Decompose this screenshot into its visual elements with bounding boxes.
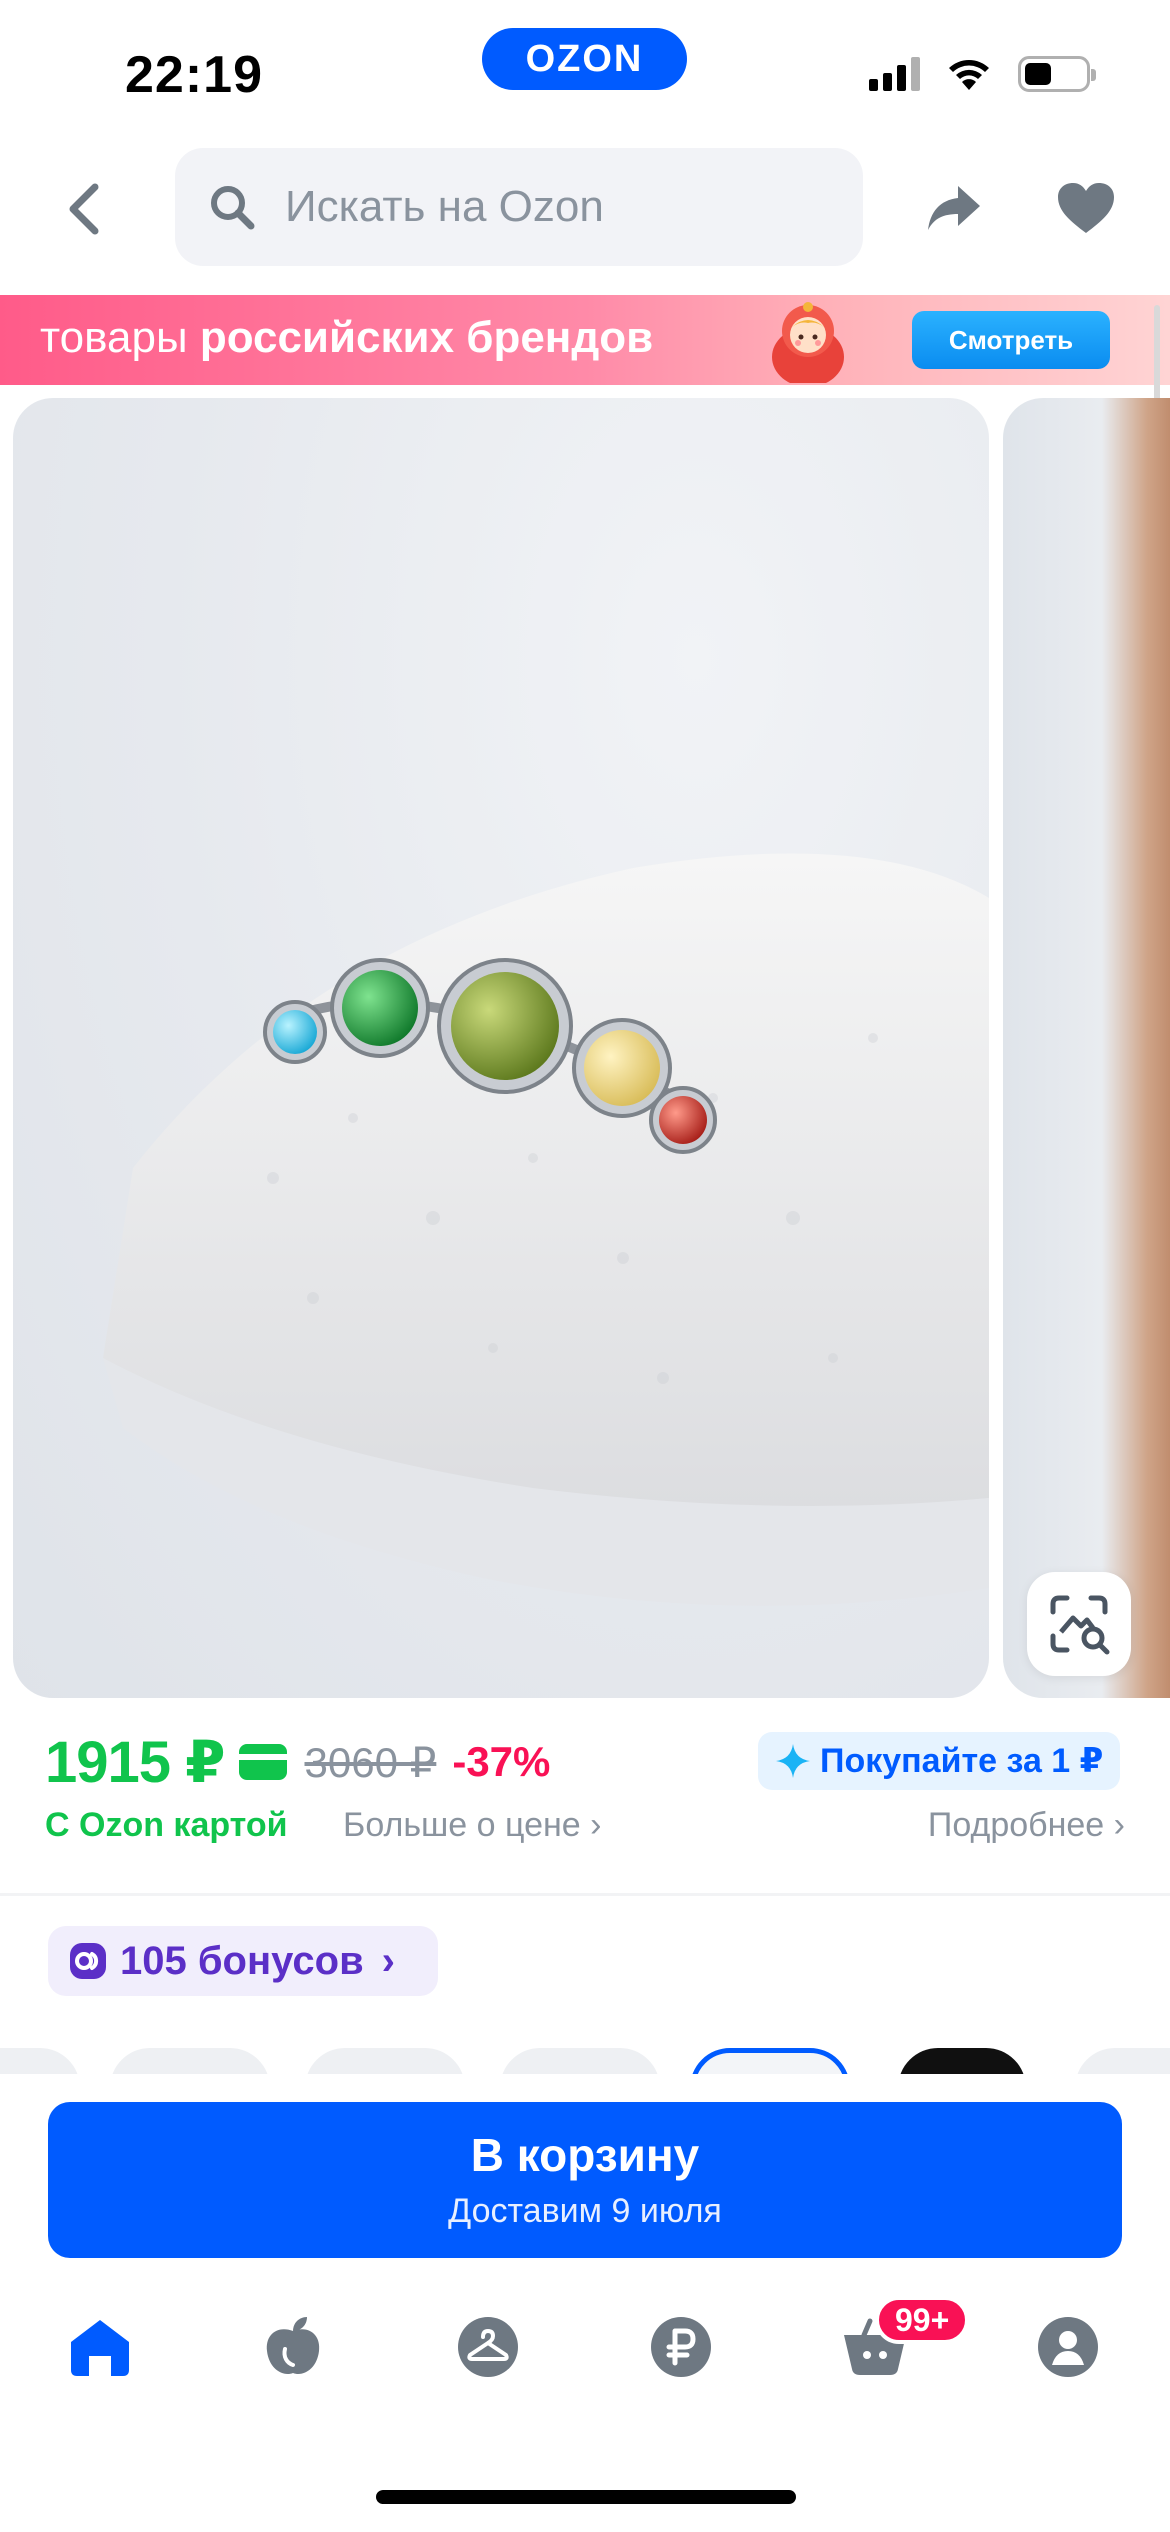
- back-button[interactable]: [50, 174, 120, 244]
- bonus-chip[interactable]: 105 бонусов ›: [48, 1926, 438, 1996]
- app-pill: OZON: [482, 28, 687, 90]
- hanger-icon: [458, 2317, 518, 2377]
- share-button[interactable]: [918, 172, 990, 244]
- search-icon: [211, 186, 255, 230]
- sparkle-icon: [776, 1744, 810, 1778]
- ozon-card-icon: [238, 1744, 287, 1780]
- favorite-button[interactable]: [1050, 172, 1122, 244]
- image-search-icon: [1050, 1595, 1110, 1655]
- buy-badge-label: Покупайте за 1 ₽: [820, 1742, 1104, 1780]
- discount-badge: -37%: [452, 1738, 551, 1785]
- share-icon: [928, 186, 980, 230]
- profile-icon: [1038, 2317, 1098, 2377]
- status-icons: [869, 56, 1096, 92]
- image-search-button[interactable]: [1027, 1572, 1131, 1676]
- bonus-label: 105 бонусов: [120, 1938, 364, 1983]
- chevron-right-icon: ›: [1113, 1806, 1125, 1844]
- ruble-icon: [651, 2317, 711, 2377]
- search-placeholder: Искать на Ozon: [285, 182, 604, 231]
- search-input[interactable]: Искать на Ozon: [175, 148, 863, 266]
- next-photo[interactable]: [1003, 398, 1170, 1698]
- chevron-right-icon: ›: [381, 1938, 395, 1983]
- banner-watch-button[interactable]: Смотреть: [912, 311, 1110, 369]
- back-icon: [69, 183, 99, 235]
- add-to-cart-button[interactable]: В корзину Доставим 9 июля: [48, 2102, 1122, 2258]
- top-bar: Искать на Ozon: [0, 140, 1170, 290]
- details-link[interactable]: Подробнее ›: [928, 1806, 1125, 1845]
- fresh-icon: [266, 2317, 320, 2375]
- signal-icon: [869, 57, 920, 91]
- cart-count-badge: 99+: [875, 2296, 970, 2344]
- current-price: 1915 ₽: [45, 1730, 225, 1795]
- wifi-icon: [949, 60, 989, 90]
- delivery-date: Доставим 9 июля: [448, 2192, 722, 2230]
- battery-icon: [1018, 56, 1096, 92]
- tab-fresh[interactable]: [248, 2302, 338, 2392]
- tab-profile[interactable]: [1023, 2302, 1113, 2392]
- price-row: 1915 ₽ 3060 ₽ -37%: [45, 1722, 550, 1802]
- tab-home[interactable]: [55, 2302, 145, 2392]
- more-about-price-link[interactable]: Больше о цене ›: [343, 1806, 601, 1845]
- status-bar: 22:19 OZON: [0, 0, 1170, 140]
- banner-text: товары российских брендов: [40, 313, 653, 363]
- home-indicator[interactable]: [376, 2490, 796, 2504]
- details-label: Подробнее: [927, 1806, 1105, 1844]
- tab-catalog[interactable]: [443, 2302, 533, 2392]
- ozon-card-label[interactable]: С Ozon картой: [45, 1806, 288, 1845]
- more-about-price-label: Больше о цене: [343, 1806, 581, 1844]
- heart-icon: [1058, 183, 1114, 233]
- home-icon: [71, 2320, 129, 2376]
- buy-for-1-ruble-badge[interactable]: Покупайте за 1 ₽: [758, 1732, 1120, 1790]
- banner-text-regular: товары: [40, 313, 200, 362]
- product-image: [103, 853, 989, 1606]
- chevron-right-icon: ›: [590, 1806, 602, 1844]
- old-price: 3060 ₽: [304, 1738, 437, 1786]
- divider: [0, 1893, 1170, 1896]
- add-to-cart-label: В корзину: [470, 2129, 700, 2181]
- tab-bar: [0, 2290, 1170, 2420]
- banner-text-bold: российских брендов: [199, 313, 654, 362]
- tab-finance[interactable]: [636, 2302, 726, 2392]
- matryoshka-icon: [772, 302, 844, 383]
- promo-banner[interactable]: товары российских брендов Смотреть: [0, 295, 1170, 385]
- status-time: 22:19: [125, 46, 263, 104]
- bonus-icon: [70, 1943, 106, 1979]
- price-subrow: С Ozon картой Больше о цене › Подробнее …: [45, 1806, 1125, 1856]
- product-photo[interactable]: [13, 398, 989, 1698]
